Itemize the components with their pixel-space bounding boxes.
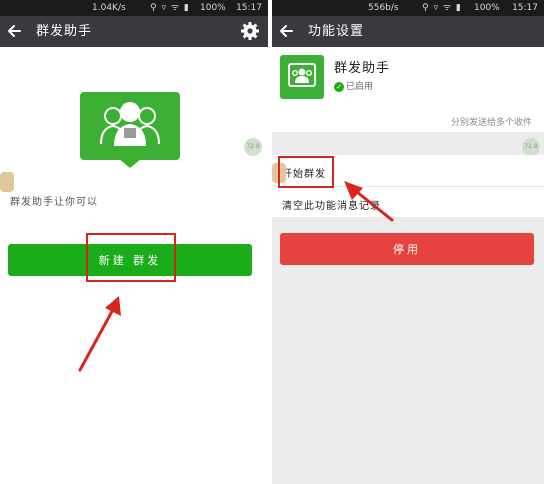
checkmark-icon: ✓ [334,81,344,92]
plugin-info-card: 群发助手 ✓ 已启用 [272,47,544,110]
status-icons: ⚲ ▿ ᯤ ▮ [150,3,190,13]
back-arrow-icon[interactable] [4,20,26,42]
page-title: 功能设置 [308,24,365,39]
back-arrow-icon[interactable] [276,20,298,42]
floating-badge[interactable]: 72.8 [522,138,540,156]
header-bar: 功能设置 [272,16,544,47]
disable-button[interactable]: 停用 [280,233,534,265]
annotation-arrow [344,181,394,222]
battery-level: 100% [200,3,226,13]
group-contacts-icon [280,55,324,99]
network-speed: 1.04K/s [92,3,126,13]
plugin-description-bar: 分别发送给多个收件 [272,110,544,132]
gear-icon[interactable] [240,21,260,41]
status-icons: ⚲ ▿ ᯤ ▮ [422,3,462,13]
function-settings-screen: 556b/s ⚲ ▿ ᯤ ▮ 100% 15:17 功能设置 群发助手 ✓ 已启用… [272,0,544,484]
clock: 15:17 [236,3,262,13]
floating-badge[interactable]: 72.8 [244,138,262,156]
broadcast-assistant-screen: 1.04K/s ⚲ ▿ ᯤ ▮ 100% 15:17 群发助手 72.8 群发助… [0,0,268,484]
battery-level: 100% [474,3,500,13]
plugin-name: 群发助手 [334,61,391,76]
status-bar: 1.04K/s ⚲ ▿ ᯤ ▮ 100% 15:17 [0,0,268,16]
status-bar: 556b/s ⚲ ▿ ᯤ ▮ 100% 15:17 [272,0,544,16]
group-contacts-icon [80,92,180,160]
page-title: 群发助手 [36,24,93,39]
plugin-description: 分别发送给多个收件 [450,118,532,128]
clock: 15:17 [512,3,538,13]
plugin-status-text: 已启用 [346,82,374,92]
floating-emoji-icon[interactable] [0,172,14,192]
assistant-description: 群发助手让你可以 [10,197,98,208]
highlight-box [278,156,334,188]
highlight-box [86,233,176,282]
network-speed: 556b/s [368,3,399,13]
header-bar: 群发助手 [0,16,268,47]
logo-pointer [119,159,141,168]
annotation-arrow [78,296,121,372]
plugin-status: ✓ 已启用 [334,79,373,92]
